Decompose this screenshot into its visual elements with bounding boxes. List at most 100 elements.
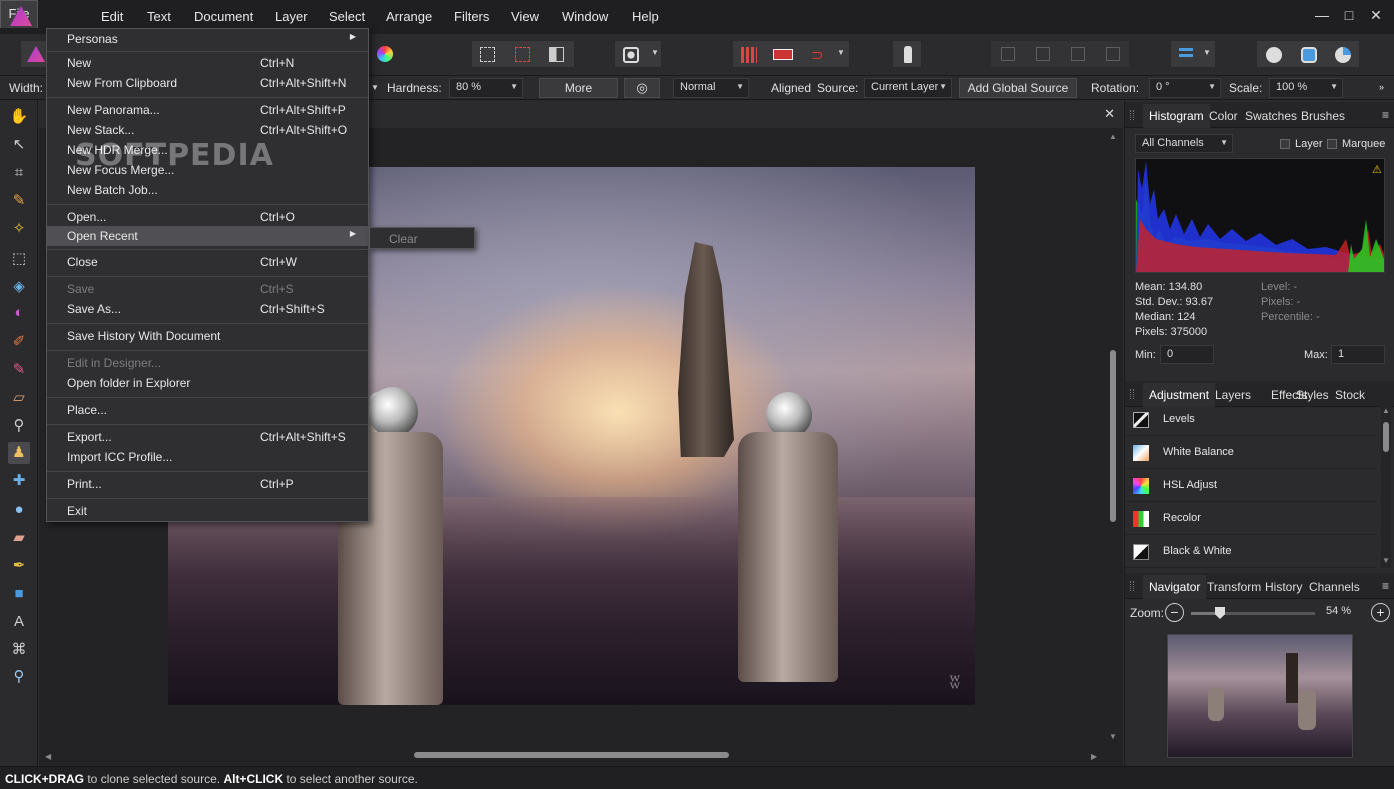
color-picker-icon[interactable]: ◐ xyxy=(8,302,30,324)
menu-filters[interactable]: Filters xyxy=(454,9,489,24)
add-global-source-button[interactable]: Add Global Source xyxy=(959,78,1077,98)
panel-menu-icon[interactable]: ≡ xyxy=(1382,579,1389,593)
tab-channels[interactable]: Channels xyxy=(1309,580,1360,594)
magnify-brush-icon[interactable]: ⚲ xyxy=(8,415,30,437)
color-wheel-button[interactable] xyxy=(372,40,398,68)
more-button[interactable]: More xyxy=(539,78,618,98)
dodge-brush-icon[interactable]: ✎ xyxy=(8,359,30,381)
maximize-button[interactable]: □ xyxy=(1337,4,1361,26)
chevron-down-icon[interactable]: ▼ xyxy=(371,83,379,92)
flood-select-icon[interactable]: ✧ xyxy=(8,218,30,240)
brush-options-button[interactable]: ◎ xyxy=(624,78,660,98)
overflow-icon[interactable]: » xyxy=(1379,82,1384,92)
menu-item-new-stack[interactable]: New Stack... Ctrl+Alt+Shift+O xyxy=(47,120,368,140)
add-shape-icon[interactable] xyxy=(1266,47,1282,63)
scale-field[interactable]: 100 % ▼ xyxy=(1269,78,1343,98)
marquee-tool-icon[interactable]: ⬚ xyxy=(8,248,30,270)
menu-text[interactable]: Text xyxy=(147,9,171,24)
panel-grip-icon[interactable] xyxy=(1130,110,1134,120)
menu-view[interactable]: View xyxy=(511,9,539,24)
marquee-checkbox[interactable] xyxy=(1327,139,1337,149)
menu-edit[interactable]: Edit xyxy=(101,9,123,24)
marquee-select-icon[interactable] xyxy=(480,47,495,62)
zoom-in-icon[interactable]: + xyxy=(1371,603,1390,622)
panel-grip-icon[interactable] xyxy=(1130,581,1134,591)
menu-item-open[interactable]: Open... Ctrl+O xyxy=(47,207,368,227)
menu-item-save-history[interactable]: Save History With Document xyxy=(47,326,368,346)
menu-help[interactable]: Help xyxy=(632,9,659,24)
max-field[interactable]: 1 xyxy=(1331,345,1385,364)
healing-brush-icon[interactable]: ✚ xyxy=(8,470,30,492)
adjustment-item-hsl-adjust[interactable]: HSL Adjust xyxy=(1125,469,1377,502)
menu-item-save-as[interactable]: Save As... Ctrl+Shift+S xyxy=(47,299,368,319)
menu-item-personas[interactable]: Personas ▶ xyxy=(47,29,368,49)
tab-color[interactable]: Color xyxy=(1209,109,1238,123)
paint-brush-icon[interactable]: ✐ xyxy=(8,331,30,353)
move-to-front-icon[interactable] xyxy=(1106,47,1120,61)
horizontal-scroll-thumb[interactable] xyxy=(414,752,729,758)
menu-document[interactable]: Document xyxy=(194,9,253,24)
tab-swatches[interactable]: Swatches xyxy=(1245,109,1297,123)
menu-arrange[interactable]: Arrange xyxy=(386,9,432,24)
move-back-icon[interactable] xyxy=(1036,47,1050,61)
tab-histogram[interactable]: Histogram xyxy=(1143,104,1210,128)
zoom-slider-thumb[interactable] xyxy=(1215,607,1225,619)
adjustment-scroll-thumb[interactable] xyxy=(1383,422,1389,452)
panel-menu-icon[interactable]: ≡ xyxy=(1382,108,1389,122)
deselect-icon[interactable] xyxy=(515,47,530,62)
min-field[interactable]: 0 xyxy=(1160,345,1214,364)
vertical-scroll-thumb[interactable] xyxy=(1110,350,1116,522)
horizontal-scrollbar[interactable]: ◀ ▶ xyxy=(39,746,1103,766)
tab-navigator[interactable]: Navigator xyxy=(1143,575,1207,599)
scroll-left-icon[interactable]: ◀ xyxy=(45,752,51,761)
clone-brush-icon[interactable]: ♟ xyxy=(8,442,30,464)
pen-tool-icon[interactable]: ✒ xyxy=(8,555,30,577)
menu-item-import-icc[interactable]: Import ICC Profile... xyxy=(47,447,368,467)
zoom-field[interactable]: 54 % xyxy=(1320,603,1366,622)
move-tool-icon[interactable]: ↖ xyxy=(8,134,30,156)
zoom-out-icon[interactable]: − xyxy=(1165,603,1184,622)
menu-item-close[interactable]: Close Ctrl+W xyxy=(47,252,368,272)
rectangle-tool-icon[interactable]: ■ xyxy=(8,583,30,605)
snapping-icon[interactable] xyxy=(773,49,793,60)
magnet-icon[interactable]: ⊃ xyxy=(811,46,824,64)
minimize-button[interactable]: — xyxy=(1310,4,1334,26)
move-forward-icon[interactable] xyxy=(1071,47,1085,61)
patch-tool-icon[interactable]: ▰ xyxy=(8,527,30,549)
rotation-field[interactable]: 0 ° ▼ xyxy=(1149,78,1221,98)
vertical-scrollbar[interactable]: ▲ ▼ xyxy=(1103,128,1123,746)
close-document-icon[interactable]: ✕ xyxy=(1104,106,1115,122)
scroll-down-icon[interactable]: ▼ xyxy=(1109,732,1117,741)
submenu-item-clear[interactable]: Clear xyxy=(389,232,418,246)
scroll-right-icon[interactable]: ▶ xyxy=(1091,752,1097,761)
scroll-up-icon[interactable]: ▲ xyxy=(1109,132,1117,141)
menu-item-exit[interactable]: Exit xyxy=(47,501,368,521)
intersect-shape-icon[interactable] xyxy=(1335,47,1351,63)
text-tool-icon[interactable]: A xyxy=(8,611,30,633)
tab-transform[interactable]: Transform xyxy=(1207,580,1261,594)
tab-layers[interactable]: Layers xyxy=(1215,388,1251,402)
tab-styles[interactable]: Styles xyxy=(1296,388,1329,402)
menu-select[interactable]: Select xyxy=(329,9,365,24)
menu-item-new-panorama[interactable]: New Panorama... Ctrl+Alt+Shift+P xyxy=(47,100,368,120)
erase-brush-icon[interactable]: ▱ xyxy=(8,387,30,409)
menu-item-new-batch-job[interactable]: New Batch Job... xyxy=(47,180,368,200)
menu-window[interactable]: Window xyxy=(562,9,608,24)
grid-icon[interactable] xyxy=(741,47,757,63)
menu-item-open-recent[interactable]: Open Recent ▶ xyxy=(47,226,368,246)
tab-history[interactable]: History xyxy=(1265,580,1302,594)
panel-grip-icon[interactable] xyxy=(1130,389,1134,399)
adjustment-item-black-white[interactable]: Black & White xyxy=(1125,535,1377,568)
adjustment-item-recolor[interactable]: Recolor xyxy=(1125,502,1377,535)
invert-selection-icon[interactable] xyxy=(549,47,564,62)
menu-item-print[interactable]: Print... Ctrl+P xyxy=(47,474,368,494)
align-button[interactable]: ▼ xyxy=(1170,40,1216,68)
hand-tool-icon[interactable]: ✋ xyxy=(8,106,30,128)
menu-item-open-folder[interactable]: Open folder in Explorer xyxy=(47,373,368,393)
quick-mask-button[interactable]: ▼ xyxy=(614,40,662,68)
assistant-button[interactable] xyxy=(892,40,922,68)
mesh-warp-icon[interactable]: ⌘ xyxy=(8,639,30,661)
adjustment-item-white-balance[interactable]: White Balance xyxy=(1125,436,1377,469)
scroll-up-icon[interactable]: ▲ xyxy=(1382,406,1390,415)
navigator-preview[interactable] xyxy=(1167,634,1353,758)
